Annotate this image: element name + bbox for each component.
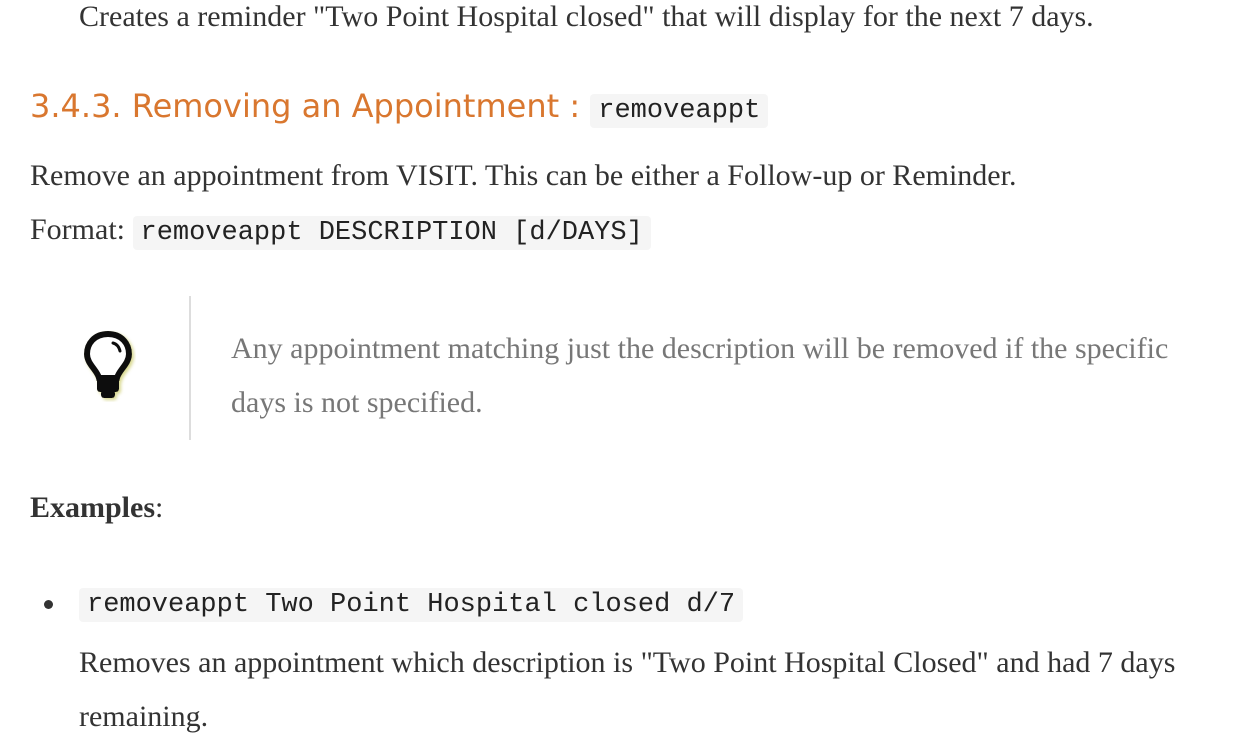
examples-label: Examples [30,491,156,524]
section-description: Remove an appointment from VISIT. This c… [30,159,1017,192]
heading-command-code: removeappt [590,94,769,128]
examples-heading: Examples: [30,488,163,528]
format-code: removeappt DESCRIPTION [d/DAYS] [132,216,651,250]
heading-text: 3.4.3. Removing an Appointment : [30,87,591,125]
format-label: Format: [30,213,133,246]
tip-divider [189,296,191,440]
format-line: Format: removeappt DESCRIPTION [d/DAYS] [30,209,651,254]
example-command: removeappt Two Point Hospital closed d/7 [79,581,744,626]
example-code: removeappt Two Point Hospital closed d/7 [79,588,744,622]
previous-example-description: Creates a reminder "Two Point Hospital c… [79,0,1094,33]
examples-colon: : [155,491,164,524]
lightbulb-icon [83,330,136,410]
bullet-icon [44,600,53,609]
section-heading: 3.4.3. Removing an Appointment : removea… [30,84,769,133]
tip-text: Any appointment matching just the descri… [231,332,1169,419]
example-description: Removes an appointment which description… [79,646,1176,733]
